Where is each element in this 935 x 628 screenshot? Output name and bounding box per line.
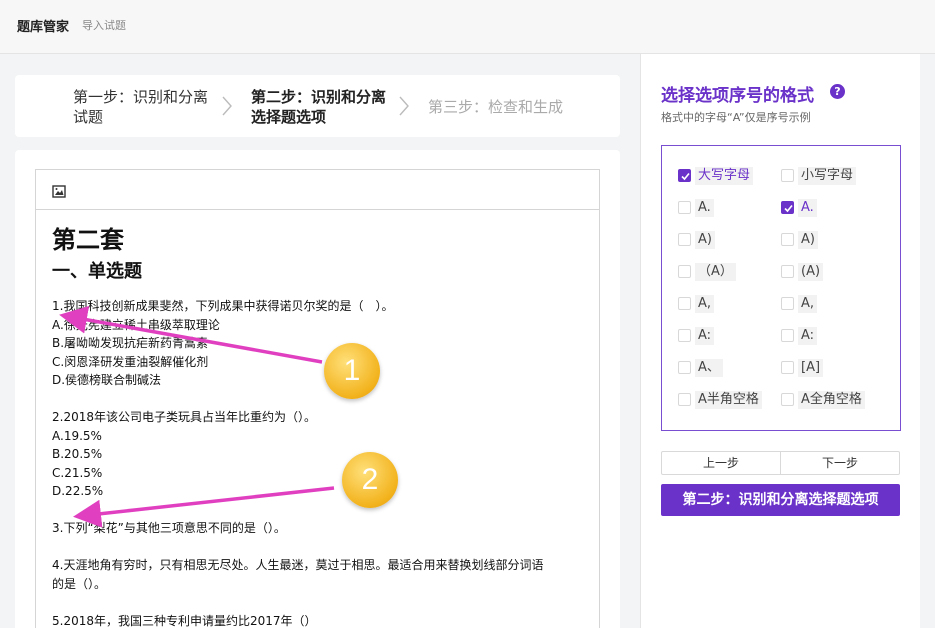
- format-option-label: A,: [695, 295, 715, 313]
- format-option-label: A:: [695, 327, 715, 345]
- chevron-right-icon: [221, 95, 233, 117]
- checkbox[interactable]: [678, 393, 691, 406]
- checkbox[interactable]: [678, 329, 691, 342]
- doc-heading-2: 一、单选题: [52, 261, 142, 282]
- doc-line: 5.2018年，我国三种专利申请量约比2017年（）: [52, 613, 317, 628]
- format-option-label: A,: [798, 295, 818, 313]
- document-content[interactable]: 第二套 一、单选题 1.我国科技创新成果斐然，下列成果中获得诺贝尔奖的是（ ）。…: [52, 225, 592, 628]
- doc-blank-line: [52, 538, 592, 557]
- doc-line: A.19.5%: [52, 428, 102, 443]
- panel-hint: 格式中的字母“A”仅是序号示例: [661, 111, 811, 124]
- format-option-label: [A]: [798, 359, 824, 377]
- format-option-label: A.: [798, 199, 817, 217]
- doc-line: C.21.5%: [52, 465, 103, 480]
- doc-blank-line: [52, 593, 592, 612]
- checkbox[interactable]: [678, 361, 691, 374]
- format-option-label: A半角空格: [695, 391, 762, 409]
- doc-line: A.徐光宪建立稀土串级萃取理论: [52, 317, 220, 332]
- question-icon[interactable]: ?: [830, 84, 845, 99]
- checkbox-checked[interactable]: [678, 169, 691, 182]
- doc-line: B.屠呦呦发现抗疟新药青蒿素: [52, 336, 209, 350]
- step-nav: 上一步 下一步: [661, 451, 900, 475]
- prev-button[interactable]: 上一步: [662, 452, 780, 474]
- checkbox[interactable]: [781, 393, 794, 406]
- checkbox[interactable]: [678, 233, 691, 246]
- editor-toolbar: [36, 170, 599, 210]
- checkbox[interactable]: [781, 297, 794, 310]
- doc-line: 4.天涯地角有穷时，只有相思无尽处。人生最迷，莫过于相思。最适合用来替换划线部分…: [52, 558, 544, 572]
- format-option-label: A.: [695, 199, 714, 217]
- doc-lines: 1.我国科技创新成果斐然，下列成果中获得诺贝尔奖的是（ ）。 A.徐光宪建立稀土串…: [52, 297, 592, 628]
- top-bar: 题库管家 导入试题: [0, 0, 935, 54]
- doc-line: 1.我国科技创新成果斐然，下列成果中获得诺贝尔奖的是（ ）。: [52, 299, 394, 313]
- checkbox[interactable]: [678, 201, 691, 214]
- panel-title: 选择选项序号的格式: [661, 86, 814, 106]
- format-option-label: A全角空格: [798, 391, 865, 409]
- doc-heading-1: 第二套: [52, 226, 124, 254]
- step-2[interactable]: 第二步：识别和分离选择题选项: [251, 87, 391, 127]
- doc-line: 的是（）。: [52, 576, 107, 591]
- doc-blank-line: [52, 390, 592, 409]
- checkbox[interactable]: [781, 265, 794, 278]
- next-button[interactable]: 下一步: [780, 452, 899, 474]
- step-3[interactable]: 第三步：检查和生成: [428, 97, 598, 117]
- app-title: 题库管家: [17, 20, 70, 35]
- image-icon[interactable]: [52, 183, 66, 198]
- format-option-label: A、: [695, 359, 723, 377]
- annotation-badge-1: 1: [324, 343, 380, 399]
- format-panel: 选择选项序号的格式 ? 格式中的字母“A”仅是序号示例 大写字母 小写字母 A. A.…: [640, 54, 920, 628]
- doc-line: 3.下列“梨花”与其他三项意思不同的是（）。: [52, 521, 286, 535]
- format-option-label: A:: [798, 327, 818, 345]
- doc-line: D.侯德榜联合制碱法: [52, 373, 162, 387]
- checkbox[interactable]: [781, 329, 794, 342]
- doc-line: 2.2018年该公司电子类玩具占当年比重约为（）。: [52, 410, 316, 424]
- annotation-badge-2: 2: [342, 452, 398, 508]
- checkbox[interactable]: [781, 233, 794, 246]
- checkbox[interactable]: [678, 265, 691, 278]
- chevron-right-icon: [398, 95, 410, 117]
- checkbox-checked[interactable]: [781, 201, 794, 214]
- format-option-label: A): [695, 231, 715, 249]
- format-option-label: (A): [798, 263, 824, 281]
- step-indicator: 第一步：识别和分离试题 第二步：识别和分离选择题选项 第三步：检查和生成: [15, 75, 620, 137]
- checkbox[interactable]: [678, 297, 691, 310]
- format-option-label: A): [798, 231, 818, 249]
- format-option-label: 大写字母: [695, 167, 754, 185]
- format-option-label: 小写字母: [798, 167, 857, 185]
- step-1[interactable]: 第一步：识别和分离试题: [73, 87, 213, 127]
- checkbox[interactable]: [781, 169, 794, 182]
- checkbox[interactable]: [781, 361, 794, 374]
- format-option-label: （A）: [695, 263, 736, 281]
- doc-blank-line: [52, 501, 592, 520]
- page-subtitle: 导入试题: [82, 19, 126, 32]
- option-format-list: 大写字母 小写字母 A. A. A) A) （A） (A) A, A, A: A: A、 [A] A半角空格…: [661, 145, 901, 431]
- doc-line: D.22.5%: [52, 484, 104, 498]
- doc-line: B.20.5%: [52, 447, 103, 461]
- primary-step-button[interactable]: 第二步：识别和分离选择题选项: [661, 484, 900, 516]
- doc-line: C.闵恩泽研发重油裂解催化剂: [52, 354, 209, 369]
